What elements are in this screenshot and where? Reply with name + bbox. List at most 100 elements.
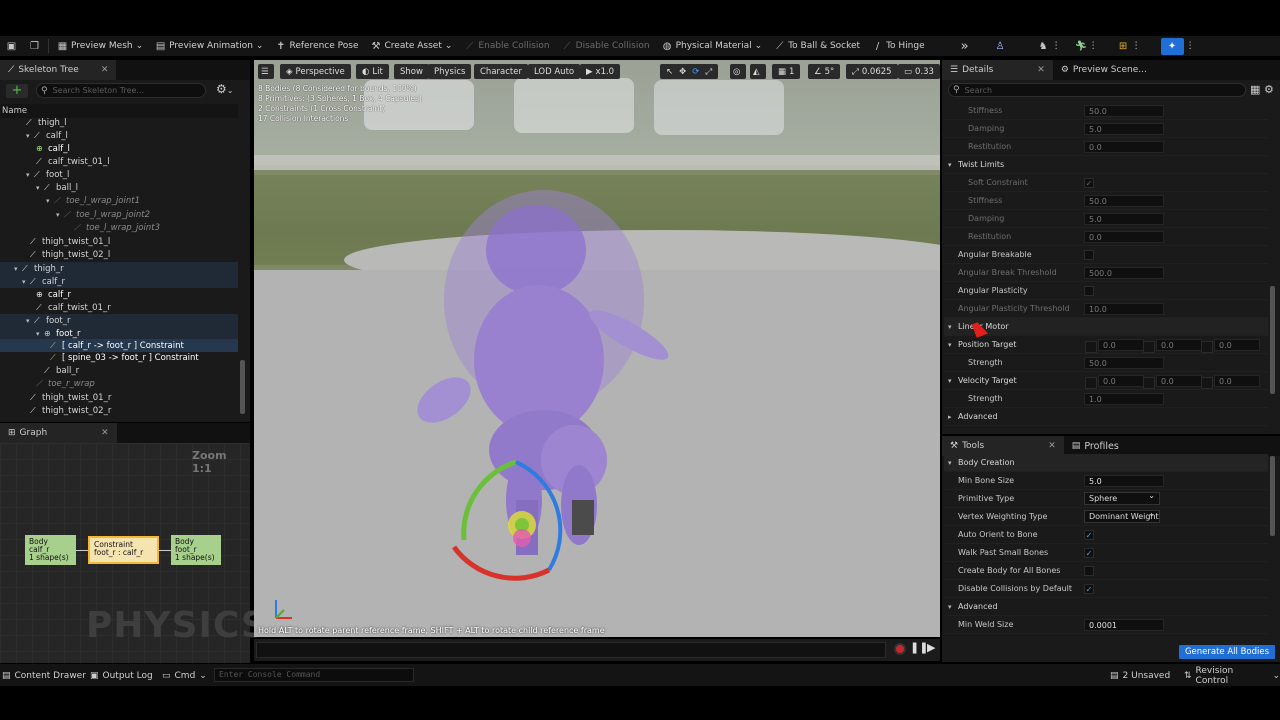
close-icon[interactable]: ✕	[101, 428, 109, 438]
close-icon[interactable]: ✕	[1037, 65, 1045, 75]
skeleton-mode-button[interactable]: ♙	[989, 36, 1012, 56]
viewport-menu-button[interactable]: ☰	[258, 64, 274, 79]
unsaved-button[interactable]: ▤ 2 Unsaved	[1110, 668, 1170, 684]
overflow-button[interactable]: »	[955, 36, 975, 56]
restitution-field[interactable]: 0.0	[1084, 230, 1164, 243]
property-row[interactable]: Angular Breakable	[944, 246, 1268, 264]
preview-mesh-button[interactable]: ▦ Preview Mesh ⌄	[51, 36, 149, 56]
stiffness-field[interactable]: 50.0	[1084, 104, 1164, 117]
expand-arrow-icon[interactable]: ▾	[46, 197, 54, 205]
lit-button[interactable]: ◐ Lit	[356, 64, 389, 79]
blueprint-mode-button[interactable]: ⊞ ⋮	[1112, 36, 1147, 56]
restitution-field[interactable]: 0.0	[1084, 140, 1164, 153]
property-row[interactable]: Angular Break Threshold 500.0	[944, 264, 1268, 282]
pause-icon[interactable]: ❚❚	[910, 641, 928, 654]
velocity-target-x[interactable]: 0.0	[1085, 374, 1144, 389]
tree-row[interactable]: ⟋ ball_r	[0, 364, 238, 377]
to-hinge-button[interactable]: / To Hinge	[866, 36, 931, 56]
save-button[interactable]: ▣	[0, 36, 23, 56]
tree-row[interactable]: ▾ ⟋ toe_l_wrap_joint2	[0, 208, 238, 221]
tree-row[interactable]: ⟋ thigh_twist_02_l	[0, 248, 238, 261]
property-row[interactable]: Primitive Type Sphere	[944, 490, 1268, 508]
transform-tools[interactable]: ↖ ✥ ⟳ ⤢	[660, 64, 719, 79]
create-asset-button[interactable]: ⚒ Create Asset ⌄	[365, 36, 459, 56]
perspective-button[interactable]: ◈ Perspective	[280, 64, 351, 79]
content-drawer-button[interactable]: ▤ Content Drawer	[2, 668, 86, 684]
rotate-icon[interactable]: ⟳	[692, 67, 699, 77]
expand-arrow-icon[interactable]: ▸	[948, 413, 956, 421]
angle-snap-button[interactable]: ∠ 5°	[808, 64, 841, 79]
tab-profiles[interactable]: ▤ Profiles	[1064, 436, 1127, 456]
tree-row[interactable]: ▾ ⟋ foot_r	[0, 314, 238, 328]
property-row[interactable]: Strength 1.0	[944, 390, 1268, 408]
stiffness-field[interactable]: 50.0	[1084, 194, 1164, 207]
settings-icon[interactable]: ⚙	[1264, 83, 1274, 96]
tree-row[interactable]: ▾ ⟋ foot_l	[0, 168, 238, 181]
tools-scrollbar[interactable]	[1270, 456, 1275, 536]
physical-material-button[interactable]: ◍ Physical Material ⌄	[656, 36, 769, 56]
property-row[interactable]: Restitution 0.0	[944, 138, 1268, 156]
close-icon[interactable]: ✕	[101, 65, 109, 75]
position-strength-field[interactable]: 50.0	[1084, 356, 1164, 369]
mesh-mode-button[interactable]: ♞ ⋮	[1032, 36, 1067, 56]
property-row[interactable]: Restitution 0.0	[944, 228, 1268, 246]
cmd-button[interactable]: ▭ Cmd ⌄	[162, 668, 207, 684]
tree-row[interactable]: ⟋[ spine_03 -> foot_r ] Constraint	[0, 351, 238, 364]
close-icon[interactable]: ✕	[1048, 441, 1056, 451]
property-row-position-target[interactable]: ▾ Position Target 0.0 0.0 0.0	[944, 336, 1268, 354]
expand-arrow-icon[interactable]: ▾	[948, 603, 956, 611]
property-row[interactable]: Damping 5.0	[944, 210, 1268, 228]
playback-speed-button[interactable]: ▶ x1.0	[580, 64, 621, 79]
property-row[interactable]: Stiffness 50.0	[944, 192, 1268, 210]
tab-graph[interactable]: ⊞ Graph ✕	[0, 423, 117, 443]
tab-preview-scene[interactable]: ⚙ Preview Scene...	[1053, 60, 1155, 80]
property-row-velocity-target[interactable]: ▾ Velocity Target 0.0 0.0 0.0	[944, 372, 1268, 390]
velocity-strength-field[interactable]: 1.0	[1084, 392, 1164, 405]
tree-row[interactable]: ⊕ calf_r	[0, 288, 238, 301]
primitive-type-select[interactable]: Sphere	[1084, 490, 1160, 505]
angular-breakable-checkbox[interactable]	[1084, 249, 1094, 260]
expand-arrow-icon[interactable]: ▾	[948, 161, 956, 169]
details-search-input[interactable]: ⚲ Search	[948, 83, 1246, 97]
tree-row[interactable]: ⟋ thigh_twist_02_r	[0, 404, 238, 417]
property-group-advanced[interactable]: ▸ Advanced	[944, 408, 1268, 426]
tree-row[interactable]: ⟋ thigh_twist_01_r	[0, 391, 238, 404]
tree-row[interactable]: ▾ ⟋ calf_l	[0, 129, 238, 142]
section-advanced[interactable]: ▾ Advanced	[944, 598, 1268, 616]
world-local-button[interactable]: ◎	[730, 64, 746, 79]
tab-tools[interactable]: ⚒ Tools ✕	[942, 436, 1064, 456]
auto-orient-checkbox[interactable]: ✓	[1084, 529, 1094, 540]
settings-icon[interactable]: ⚙⌄	[216, 82, 233, 96]
property-row[interactable]: Strength 50.0	[944, 354, 1268, 372]
output-log-button[interactable]: ▣ Output Log	[90, 668, 153, 684]
tree-row[interactable]: ▾ ⟋ thigh_r	[0, 262, 238, 276]
move-icon[interactable]: ✥	[679, 67, 686, 77]
position-target-z[interactable]: 0.0	[1201, 338, 1260, 353]
lod-button[interactable]: LOD Auto	[528, 64, 581, 79]
tree-row[interactable]: ▾ ⟋ ball_l	[0, 181, 238, 194]
property-row[interactable]: Create Body for All Bones	[944, 562, 1268, 580]
expand-arrow-icon[interactable]: ▾	[26, 132, 34, 140]
revision-control-button[interactable]: ⇅ Revision Control ⌄	[1184, 666, 1280, 686]
expand-arrow-icon[interactable]: ▾	[948, 377, 956, 385]
reference-pose-button[interactable]: ✝ Reference Pose	[269, 36, 364, 56]
position-target-y[interactable]: 0.0	[1143, 338, 1202, 353]
angular-break-threshold-field[interactable]: 500.0	[1084, 266, 1164, 279]
property-row[interactable]: Damping 5.0	[944, 120, 1268, 138]
property-row[interactable]: Min Weld Size 0.0001	[944, 616, 1268, 634]
scale-snap-button[interactable]: ⤢ 0.0625	[846, 64, 898, 79]
graph-node-body[interactable]: Body calf_r 1 shape(s)	[25, 535, 76, 565]
browse-button[interactable]: ❐	[23, 36, 46, 56]
property-row[interactable]: Disable Collisions by Default ✓	[944, 580, 1268, 598]
damping-field[interactable]: 5.0	[1084, 122, 1164, 135]
property-row[interactable]: Min Bone Size 5.0	[944, 472, 1268, 490]
console-input[interactable]: Enter Console Command	[214, 668, 414, 682]
property-row[interactable]: Stiffness 50.0	[944, 102, 1268, 120]
graph-node-constraint[interactable]: Constraint foot_r : calf_r	[88, 536, 159, 564]
preview-animation-button[interactable]: ▤ Preview Animation ⌄	[149, 36, 269, 56]
animation-mode-button[interactable]: 🏃︎ ⋮	[1069, 36, 1104, 56]
tree-row[interactable]: ▾ ⟋ toe_l_wrap_joint1	[0, 194, 238, 207]
expand-arrow-icon[interactable]: ▾	[26, 171, 34, 179]
disable-collision-button[interactable]: ⟋ Disable Collision	[556, 36, 656, 56]
surface-snap-button[interactable]: ◭	[750, 64, 766, 79]
